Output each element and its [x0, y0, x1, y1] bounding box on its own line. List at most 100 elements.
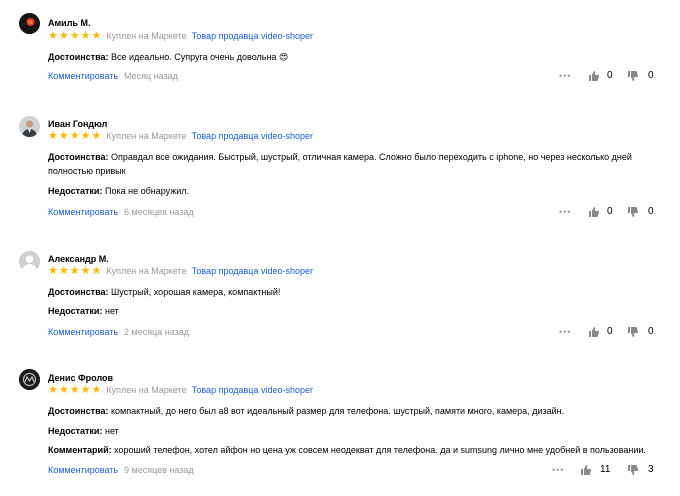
star-icon: ★ [80, 265, 91, 277]
thumb-down-icon[interactable] [628, 465, 638, 475]
cons-text: Пока не обнаружил. [104, 186, 190, 196]
comment-button[interactable]: Комментировать [48, 70, 118, 82]
review-meta: ★ ★ ★ ★ ★ Куплен на Маркете Товар продавца v… [48, 130, 313, 142]
review-cons: Недостатки: Пока не обнаружил. [48, 184, 668, 198]
review-pros: Достоинства: Шустрый, хорошая камера, ко… [48, 285, 668, 299]
like-count: 0 [607, 70, 613, 81]
review-comment: Комментарий: хороший телефон, хотел айфо… [48, 443, 668, 457]
rating-stars: ★ ★ ★ ★ ★ [48, 384, 101, 396]
star-icon: ★ [80, 384, 91, 396]
star-icon: ★ [91, 265, 102, 277]
reviewer-name[interactable]: Александр М. [48, 254, 109, 264]
bought-label: Куплен на Маркете [106, 385, 187, 395]
review-date: 6 месяцев назад [124, 207, 194, 217]
star-icon: ★ [69, 265, 80, 277]
cons-text: нет [104, 306, 119, 316]
avatar-image [19, 13, 40, 34]
comment-button[interactable]: Комментировать [48, 464, 118, 476]
pros-text: компактный, до него был а8 вот идеальный… [111, 406, 565, 416]
person-placeholder-icon [19, 251, 40, 272]
avatar-image [19, 116, 40, 137]
star-icon: ★ [48, 130, 58, 142]
thumb-up-icon[interactable] [589, 327, 599, 337]
thumb-up-icon[interactable] [581, 465, 591, 475]
pros-text: Шустрый, хорошая камера, компактный! [111, 287, 281, 297]
star-icon: ★ [48, 30, 58, 42]
cons-label: Недостатки: [48, 306, 103, 316]
like-count: 0 [607, 206, 613, 217]
dislike-count: 0 [648, 326, 654, 337]
review-pros: Достоинства: компактный, до него был а8 … [48, 404, 668, 418]
seller-link[interactable]: Товар продавца video-shoper [192, 384, 313, 396]
seller-link[interactable]: Товар продавца video-shoper [192, 30, 313, 42]
reviewer-name[interactable]: Иван Гондюл [48, 119, 107, 129]
review-date: Месяц назад [124, 71, 178, 81]
rating-stars: ★ ★ ★ ★ ★ [48, 130, 101, 142]
dislike-count: 0 [648, 206, 654, 217]
avatar[interactable] [19, 13, 40, 34]
seller-link[interactable]: Товар продавца video-shoper [192, 130, 313, 142]
thumb-up-icon[interactable] [589, 71, 599, 81]
star-icon: ★ [91, 30, 102, 42]
like-count: 11 [600, 464, 611, 475]
thumb-down-icon[interactable] [628, 71, 638, 81]
star-icon: ★ [91, 384, 102, 396]
review-pros: Достоинства: Все идеально. Супруга очень… [48, 50, 668, 64]
review-footer: Комментировать Месяц назад ••• 0 0 [48, 70, 658, 82]
star-icon: ★ [69, 384, 80, 396]
seller-link[interactable]: Товар продавца video-shoper [192, 265, 313, 277]
star-icon: ★ [48, 265, 58, 277]
star-icon: ★ [58, 384, 69, 396]
like-count: 0 [607, 326, 613, 337]
avatar[interactable] [19, 116, 40, 137]
pros-label: Достоинства: [48, 152, 109, 162]
avatar[interactable] [19, 369, 40, 390]
review-cons: Недостатки: нет [48, 424, 668, 438]
bought-label: Куплен на Маркете [106, 266, 187, 276]
pros-label: Достоинства: [48, 406, 109, 416]
cons-label: Недостатки: [48, 426, 103, 436]
review-date: 2 месяца назад [124, 327, 189, 337]
review-footer: Комментировать 2 месяца назад ••• 0 0 [48, 326, 658, 338]
more-dots-icon[interactable]: ••• [552, 464, 564, 476]
dislike-count: 0 [648, 70, 654, 81]
thumb-up-icon[interactable] [589, 207, 599, 217]
thumb-down-icon[interactable] [628, 327, 638, 337]
review-footer: Комментировать 9 месяцев назад ••• 11 3 [48, 464, 658, 476]
cons-label: Недостатки: [48, 186, 103, 196]
star-icon: ★ [58, 30, 69, 42]
review-footer: Комментировать 6 месяцев назад ••• 0 0 [48, 206, 658, 218]
star-icon: ★ [91, 130, 102, 142]
more-dots-icon[interactable]: ••• [559, 206, 571, 218]
pros-label: Достоинства: [48, 287, 109, 297]
rating-stars: ★ ★ ★ ★ ★ [48, 30, 101, 42]
bought-label: Куплен на Маркете [106, 31, 187, 41]
review-cons: Недостатки: нет [48, 304, 668, 318]
comment-label: Комментарий: [48, 445, 112, 455]
reviewer-name[interactable]: Денис Фролов [48, 373, 113, 383]
thumb-down-icon[interactable] [628, 207, 638, 217]
star-icon: ★ [69, 30, 80, 42]
comment-button[interactable]: Комментировать [48, 206, 118, 218]
pros-text: Оправдал все ожидания. Быстрый, шустрый,… [48, 152, 632, 176]
reviewer-name[interactable]: Амиль М. [48, 18, 90, 28]
star-icon: ★ [58, 130, 69, 142]
pros-text: Все идеально. Супруга очень довольна 😍 [111, 52, 289, 62]
comment-button[interactable]: Комментировать [48, 326, 118, 338]
avatar-image [19, 369, 40, 390]
more-dots-icon[interactable]: ••• [559, 70, 571, 82]
star-icon: ★ [69, 130, 80, 142]
review-date: 9 месяцев назад [124, 465, 194, 475]
pros-label: Достоинства: [48, 52, 109, 62]
bought-label: Куплен на Маркете [106, 131, 187, 141]
star-icon: ★ [80, 130, 91, 142]
more-dots-icon[interactable]: ••• [559, 326, 571, 338]
review-meta: ★ ★ ★ ★ ★ Куплен на Маркете Товар продавца v… [48, 30, 313, 42]
star-icon: ★ [48, 384, 58, 396]
star-icon: ★ [80, 30, 91, 42]
star-icon: ★ [58, 265, 69, 277]
avatar[interactable] [19, 251, 40, 272]
review-meta: ★ ★ ★ ★ ★ Куплен на Маркете Товар продавца v… [48, 384, 313, 396]
comment-text: хороший телефон, хотел айфон но цена уж … [114, 445, 646, 455]
review-pros: Достоинства: Оправдал все ожидания. Быст… [48, 150, 668, 178]
